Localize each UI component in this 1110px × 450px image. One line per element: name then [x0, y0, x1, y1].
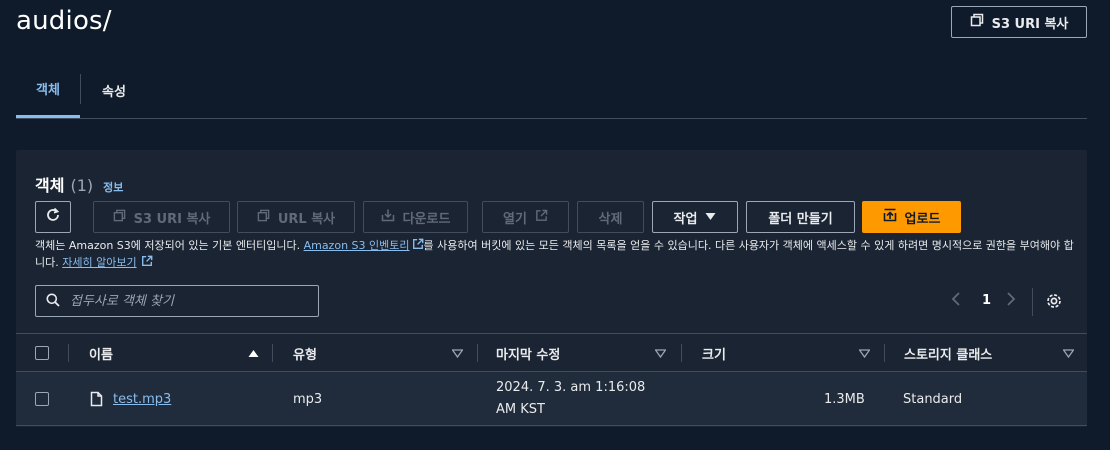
- tab-objects[interactable]: 객체: [16, 62, 80, 118]
- copy-icon: [970, 13, 984, 31]
- object-count: (1): [70, 176, 94, 195]
- upload-icon: [883, 208, 897, 226]
- open-button[interactable]: 열기: [482, 201, 569, 233]
- settings-gear-icon[interactable]: [1045, 292, 1063, 310]
- create-folder-button[interactable]: 폴더 만들기: [746, 201, 855, 233]
- select-all-checkbox[interactable]: [35, 346, 49, 360]
- previous-page-icon[interactable]: [951, 291, 961, 312]
- object-last-modified-line2: AM KST: [496, 402, 545, 417]
- objects-description: 객체는 Amazon S3에 저장되어 있는 기본 엔터티입니다. Amazon…: [35, 237, 1075, 271]
- copy-s3-uri-toolbar-button[interactable]: S3 URI 복사: [93, 201, 230, 233]
- sort-icon[interactable]: [654, 349, 667, 361]
- tab-bar: 객체 속성: [16, 62, 1087, 119]
- create-folder-label: 폴더 만들기: [768, 211, 833, 227]
- row-checkbox[interactable]: [35, 392, 49, 406]
- search-box[interactable]: [35, 285, 319, 317]
- actions-dropdown[interactable]: 작업: [652, 201, 738, 233]
- copy-url-button[interactable]: URL 복사: [237, 201, 355, 233]
- panel-header: 객체 (1) 정보: [35, 172, 123, 196]
- info-link[interactable]: 정보: [103, 179, 123, 195]
- description-text: 객체는 Amazon S3에 저장되어 있는 기본 엔터티입니다.: [35, 239, 304, 252]
- actions-label: 작업: [673, 211, 698, 227]
- inventory-link[interactable]: Amazon S3 인벤토리: [304, 239, 410, 252]
- table-header: 이름 유형 마지막 수정 크기 스토리지 클래스: [16, 333, 1087, 372]
- next-page-icon[interactable]: [1006, 291, 1016, 312]
- copy-url-label: URL 복사: [277, 211, 336, 227]
- upload-label: 업로드: [904, 211, 941, 227]
- copy-s3-uri-label: S3 URI 복사: [133, 211, 211, 227]
- download-label: 다운로드: [402, 211, 451, 227]
- panel-title: 객체: [35, 176, 65, 195]
- sort-icon[interactable]: [451, 349, 464, 361]
- refresh-button[interactable]: [35, 201, 71, 233]
- object-storage-class: Standard: [903, 392, 963, 407]
- column-header-storage-class[interactable]: 스토리지 클래스: [904, 334, 992, 372]
- object-name-link[interactable]: test.mp3: [113, 392, 171, 407]
- sort-icon[interactable]: [858, 349, 871, 361]
- search-icon: [46, 292, 60, 311]
- object-last-modified-line1: 2024. 7. 3. am 1:16:08: [496, 380, 646, 395]
- copy-icon: [257, 209, 270, 226]
- refresh-icon: [45, 207, 61, 227]
- tab-divider: [80, 74, 81, 104]
- external-link-icon[interactable]: [410, 238, 424, 252]
- external-link-icon[interactable]: [137, 255, 153, 269]
- copy-s3-uri-button[interactable]: S3 URI 복사: [951, 6, 1087, 38]
- column-header-name[interactable]: 이름: [89, 334, 113, 372]
- object-type: mp3: [293, 392, 323, 407]
- objects-panel: 객체 (1) 정보 S3 URI 복사 URL 복사 다운로드 열기 삭제 작업…: [16, 150, 1087, 427]
- external-link-icon: [535, 209, 548, 226]
- upload-button[interactable]: 업로드: [862, 201, 961, 233]
- download-button[interactable]: 다운로드: [363, 201, 468, 233]
- copy-icon: [113, 209, 126, 226]
- page-title: audios/: [16, 6, 112, 36]
- column-header-type[interactable]: 유형: [293, 334, 317, 372]
- learn-more-link[interactable]: 자세히 알아보기: [62, 256, 136, 269]
- column-header-last-modified[interactable]: 마지막 수정: [496, 334, 560, 372]
- search-input[interactable]: [70, 293, 300, 309]
- current-page[interactable]: 1: [982, 293, 991, 308]
- copy-s3-uri-label: S3 URI 복사: [991, 16, 1069, 32]
- tab-properties[interactable]: 속성: [88, 62, 140, 118]
- sort-ascending-icon[interactable]: [248, 349, 259, 361]
- column-header-size[interactable]: 크기: [702, 334, 726, 372]
- column-separator: [68, 344, 69, 362]
- delete-label: 삭제: [598, 211, 623, 227]
- delete-button[interactable]: 삭제: [577, 201, 644, 233]
- sort-icon[interactable]: [1062, 349, 1075, 361]
- column-separator: [272, 344, 273, 362]
- download-icon: [381, 208, 395, 226]
- object-size: 1.3MB: [824, 392, 865, 407]
- table-row[interactable]: test.mp3 mp3 2024. 7. 3. am 1:16:08 AM K…: [16, 372, 1087, 426]
- column-separator: [884, 344, 885, 362]
- pager-divider: [1032, 288, 1033, 316]
- caret-down-icon: [705, 210, 716, 225]
- open-label: 열기: [503, 211, 527, 227]
- column-separator: [681, 344, 682, 362]
- file-icon: [90, 391, 103, 411]
- column-separator: [477, 344, 478, 362]
